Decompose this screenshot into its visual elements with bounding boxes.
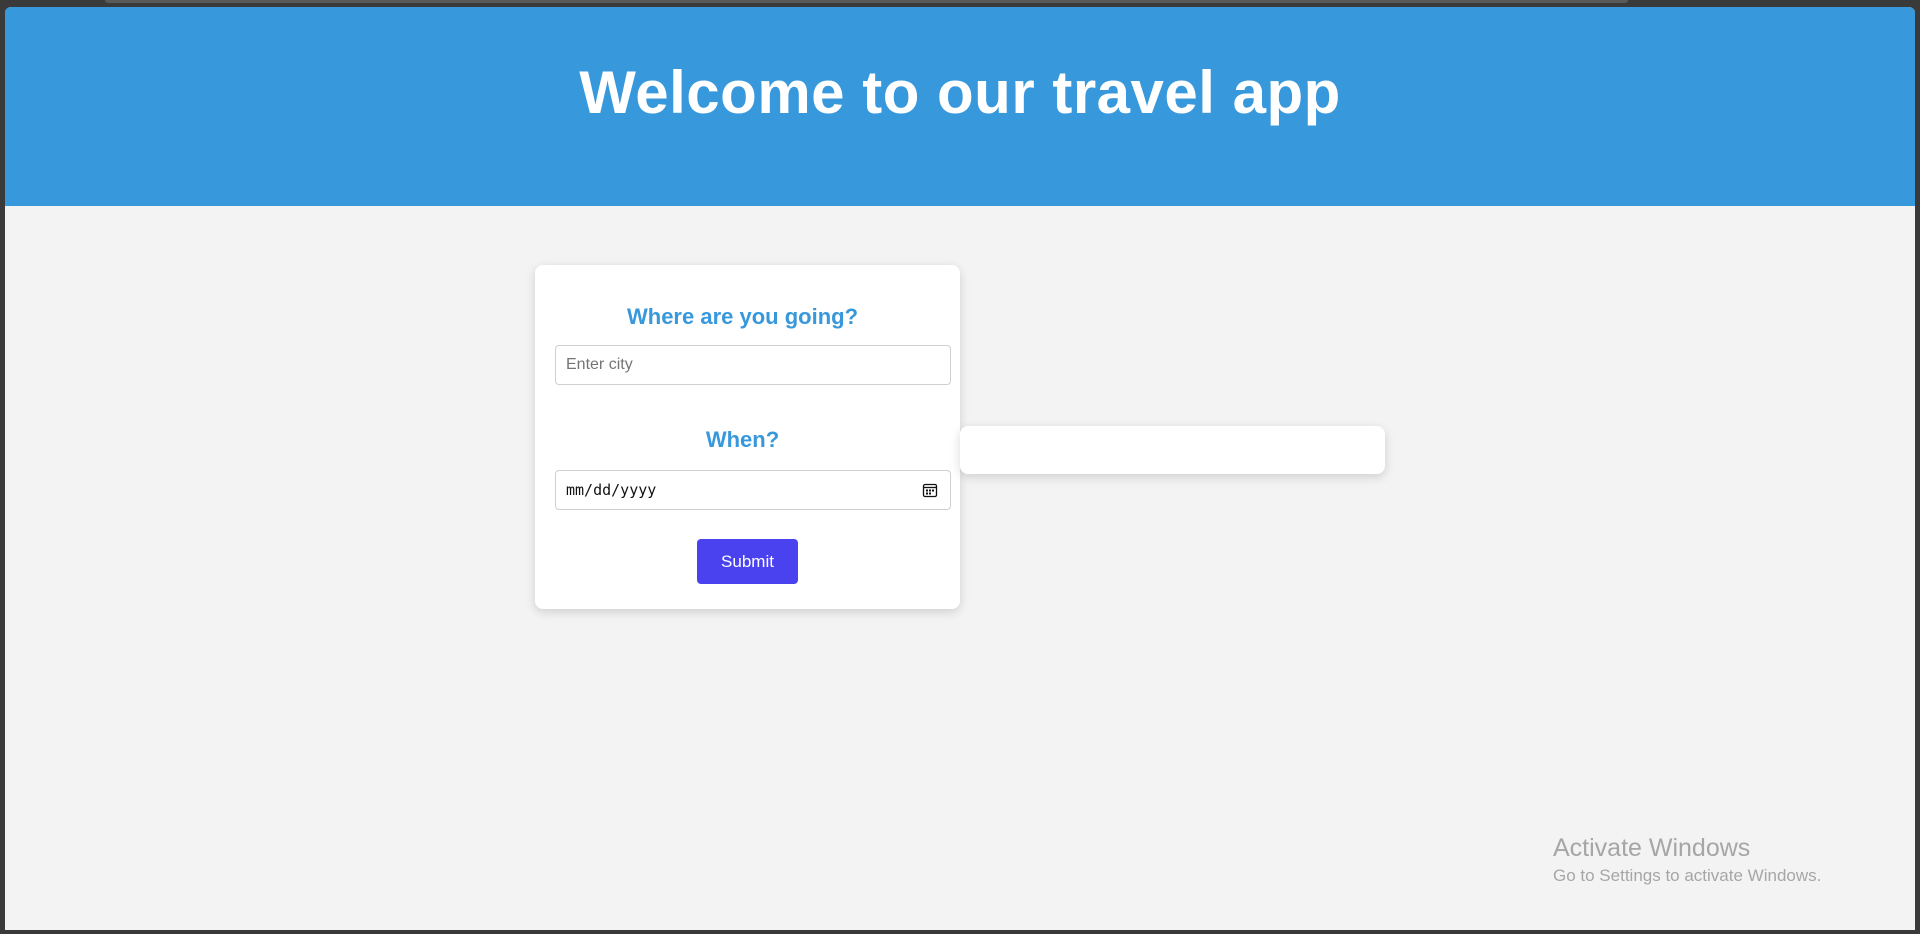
browser-top-strip: [105, 0, 1628, 3]
app-window: Welcome to our travel app Activate Windo…: [5, 7, 1915, 930]
page-title: Welcome to our travel app: [579, 59, 1341, 126]
watermark-subtitle: Go to Settings to activate Windows.: [1553, 866, 1822, 885]
city-input[interactable]: Enter city: [555, 345, 951, 385]
result-card: [960, 426, 1385, 474]
date-input-placeholder: mm/dd/yyyy: [566, 481, 657, 499]
date-heading: When?: [705, 427, 780, 452]
submit-button[interactable]: Submit: [697, 539, 798, 584]
date-input[interactable]: mm/dd/yyyy: [555, 470, 951, 510]
windows-activation-watermark: Activate Windows Go to Settings to activ…: [1553, 833, 1821, 889]
page-header: Welcome to our travel app: [5, 7, 1915, 206]
destination-heading: Where are you going?: [626, 304, 859, 329]
calendar-icon[interactable]: [922, 482, 938, 498]
watermark-title: Activate Windows: [1553, 834, 1751, 862]
city-input-placeholder: Enter city: [566, 356, 633, 373]
